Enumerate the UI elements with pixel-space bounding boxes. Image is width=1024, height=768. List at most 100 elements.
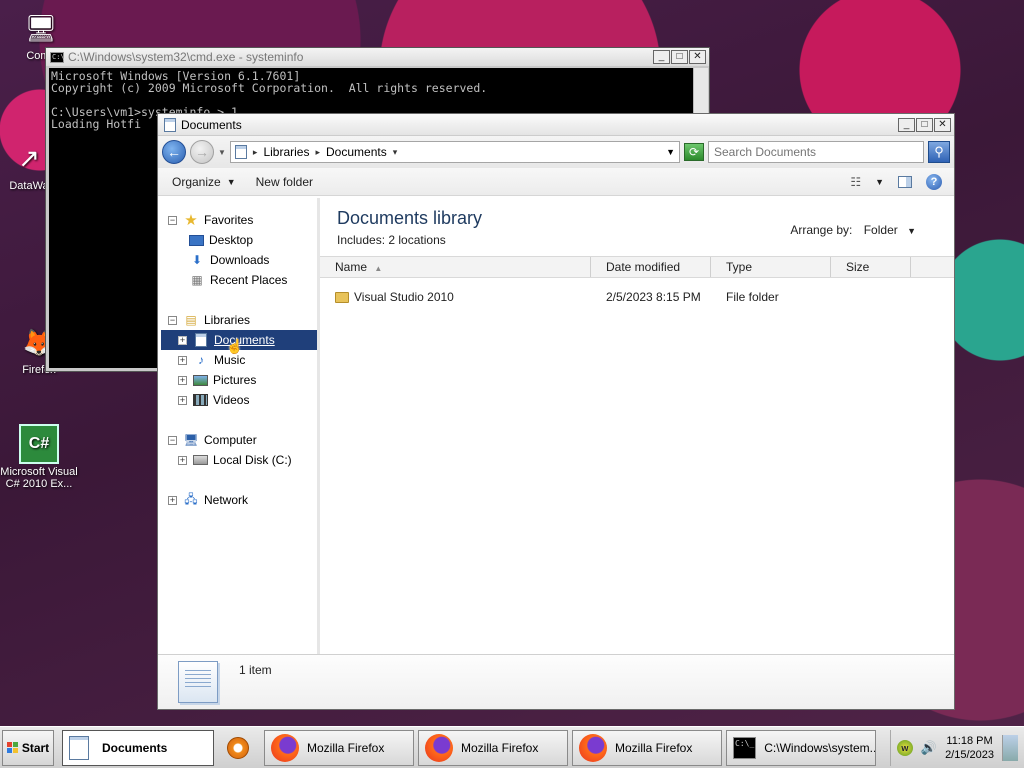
start-button[interactable]: Start — [2, 729, 54, 766]
address-dropdown-icon[interactable]: ▼ — [666, 147, 675, 157]
expand-icon[interactable]: + — [178, 395, 187, 405]
column-header-name[interactable]: Name ▲ — [320, 257, 591, 277]
clock[interactable]: 11:18 PM 2/15/2023 — [945, 734, 994, 762]
taskbar-item-firefox-2[interactable]: Mozilla Firefox — [418, 729, 568, 766]
breadcrumb-separator-icon[interactable]: ▸ — [315, 147, 320, 158]
maximize-button[interactable]: □ — [671, 50, 688, 64]
item-count: 1 item — [239, 663, 272, 677]
minimize-button[interactable]: _ — [898, 117, 915, 132]
includes-label: Includes: — [337, 233, 386, 247]
taskbar: Start Documents Mozilla Firefox Mozilla … — [0, 726, 1024, 768]
pictures-icon — [193, 374, 208, 386]
nav-videos[interactable]: + Videos — [178, 390, 249, 410]
nav-computer[interactable]: − 🖥 Computer — [168, 430, 257, 450]
windows-logo-icon — [6, 741, 19, 754]
nav-label: Desktop — [209, 233, 254, 247]
libraries-icon: ▤ — [185, 313, 197, 327]
expand-icon[interactable]: + — [178, 355, 187, 365]
breadcrumb-documents[interactable]: Documents — [326, 145, 387, 159]
maximize-button[interactable]: □ — [916, 117, 933, 132]
expand-icon[interactable]: + — [168, 495, 177, 505]
new-folder-button[interactable]: New folder — [256, 175, 313, 189]
close-button[interactable]: ✕ — [689, 50, 706, 64]
volume-icon[interactable]: 🔊 — [921, 740, 937, 756]
column-header-size[interactable]: Size — [831, 257, 911, 277]
cmd-titlebar[interactable]: C:\ C:\Windows\system32\cmd.exe - system… — [46, 48, 709, 66]
media-player-icon — [227, 736, 249, 759]
help-icon[interactable]: ? — [926, 173, 942, 190]
computer-icon: 🖥 — [183, 433, 199, 447]
breadcrumb-separator-icon[interactable]: ▸ — [253, 147, 258, 158]
documents-library-icon — [178, 661, 218, 703]
chevron-down-icon[interactable]: ▼ — [907, 226, 916, 236]
collapse-icon[interactable]: − — [168, 435, 177, 445]
file-size — [831, 287, 911, 307]
desktop-icon-label: Microsoft Visual C# 2010 Ex... — [0, 466, 78, 490]
nav-local-disk[interactable]: + Local Disk (C:) — [178, 450, 292, 470]
includes-locations-link[interactable]: 2 locations — [388, 233, 445, 247]
breadcrumb-libraries[interactable]: Libraries — [263, 145, 309, 159]
taskbar-item-cmd[interactable]: C:\_ C:\Windows\system... — [726, 729, 876, 766]
column-header-date[interactable]: Date modified — [591, 257, 711, 277]
nav-desktop[interactable]: Desktop — [189, 230, 253, 250]
search-icon[interactable]: ⚲ — [928, 141, 950, 163]
file-name: Visual Studio 2010 — [354, 290, 454, 304]
taskbar-label: Mozilla Firefox — [615, 740, 693, 755]
preview-pane-icon[interactable] — [898, 175, 912, 188]
minimize-button[interactable]: _ — [653, 50, 670, 64]
column-header-type[interactable]: Type — [711, 257, 831, 277]
clock-time: 11:18 PM — [946, 734, 993, 747]
sort-ascending-icon: ▲ — [374, 264, 383, 273]
computer-icon: 🖥 — [24, 12, 58, 43]
collapse-icon[interactable]: − — [168, 215, 177, 225]
search-input[interactable] — [708, 141, 924, 163]
nav-label: Pictures — [213, 373, 257, 387]
tray-app-icon[interactable]: w — [896, 739, 913, 756]
view-options-icon[interactable]: ☷ — [850, 175, 861, 189]
drive-icon — [193, 455, 208, 465]
arrange-by-label: Arrange by: — [790, 223, 853, 237]
breadcrumb-separator-icon[interactable]: ▾ — [393, 147, 398, 158]
expand-icon[interactable]: + — [178, 335, 187, 345]
nav-libraries[interactable]: − ▤ Libraries — [168, 310, 250, 330]
taskbar-item-firefox-1[interactable]: Mozilla Firefox — [264, 729, 414, 766]
nav-label: Computer — [204, 433, 257, 447]
taskbar-item-documents[interactable]: Documents — [62, 729, 214, 766]
desktop-icon-visual-csharp[interactable]: C# Microsoft Visual C# 2010 Ex... — [0, 424, 78, 490]
expand-icon[interactable]: + — [178, 375, 187, 385]
explorer-window[interactable]: Documents _ □ ✕ ← → ▼ ▸ Libraries ▸ Docu… — [157, 113, 955, 710]
forward-button[interactable]: → — [190, 140, 214, 164]
history-dropdown-icon[interactable]: ▼ — [218, 148, 226, 157]
content-pane[interactable]: Documents library Includes: 2 locations … — [320, 198, 954, 654]
back-button[interactable]: ← — [162, 140, 186, 164]
view-dropdown-icon[interactable]: ▼ — [875, 177, 884, 187]
file-row[interactable]: Visual Studio 2010 2/5/2023 8:15 PM File… — [320, 287, 954, 307]
refresh-button[interactable]: ⟳ — [684, 143, 704, 161]
taskbar-label: Documents — [102, 740, 168, 755]
file-type: File folder — [726, 290, 779, 304]
collapse-icon[interactable]: − — [168, 315, 177, 325]
nav-pictures[interactable]: + Pictures — [178, 370, 256, 390]
nav-downloads[interactable]: ⬇ Downloads — [189, 250, 269, 270]
documents-icon — [69, 735, 89, 760]
nav-network[interactable]: + 🖧 Network — [168, 490, 248, 510]
nav-favorites[interactable]: − ★ Favorites — [168, 210, 253, 230]
arrange-by: Arrange by: Folder ▼ — [790, 223, 916, 237]
nav-recent-places[interactable]: ▦ Recent Places — [189, 270, 287, 290]
recent-places-icon: ▦ — [191, 273, 203, 287]
library-icon — [234, 145, 247, 159]
organize-button[interactable]: Organize ▼ — [172, 175, 236, 189]
expand-icon[interactable]: + — [178, 455, 187, 465]
quicklaunch-media-player[interactable] — [218, 730, 258, 766]
organize-label: Organize — [172, 174, 221, 189]
address-field[interactable]: ▸ Libraries ▸ Documents ▾ ▼ — [229, 141, 680, 163]
explorer-titlebar[interactable]: Documents _ □ ✕ — [158, 114, 954, 136]
taskbar-item-firefox-3[interactable]: Mozilla Firefox — [572, 729, 722, 766]
close-button[interactable]: ✕ — [934, 117, 951, 132]
column-headers: Name ▲ Date modified Type Size — [320, 256, 954, 278]
library-header: Documents library Includes: 2 locations … — [320, 198, 954, 258]
downloads-icon: ⬇ — [191, 253, 203, 267]
arrange-by-dropdown[interactable]: Folder — [864, 223, 898, 237]
show-desktop-button[interactable] — [1002, 734, 1018, 761]
nav-label: Videos — [213, 393, 250, 407]
